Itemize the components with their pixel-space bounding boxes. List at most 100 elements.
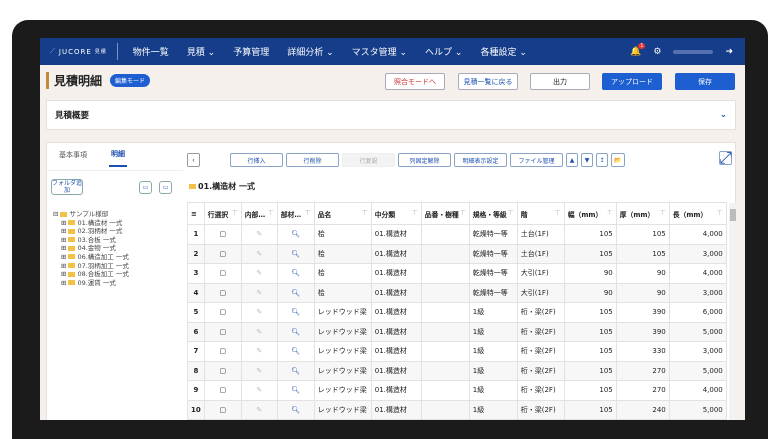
width[interactable]: 105 <box>563 243 617 264</box>
length[interactable]: 5,000 <box>668 399 727 420</box>
table-row[interactable]: 6 ▢ ✎ 🔍︎ レッドウッド梁 01.構造材 1級 桁・梁(2F) 105 390 5,000 <box>187 321 727 342</box>
column-header[interactable]: 幅（mm） ⊤ <box>563 202 617 225</box>
item-name[interactable]: 桧 <box>313 243 372 264</box>
delete-row-button[interactable]: 行削除 <box>286 153 339 167</box>
width[interactable]: 105 <box>563 302 617 323</box>
species[interactable] <box>420 380 470 401</box>
length[interactable]: 4,000 <box>668 380 727 401</box>
row-checkbox[interactable]: ▢ <box>203 224 242 245</box>
column-header[interactable]: 中分類 ⊤ <box>370 202 422 225</box>
row-checkbox[interactable]: ▢ <box>203 360 242 381</box>
length[interactable]: 4,000 <box>668 224 727 245</box>
edit-icon[interactable]: ✎ <box>240 302 278 323</box>
floor[interactable]: 桁・梁(2F) <box>516 321 565 342</box>
add-folder-button[interactable]: フォルダ追加 <box>51 179 83 195</box>
length[interactable]: 3,000 <box>668 282 727 303</box>
search-icon[interactable]: 🔍︎ <box>276 263 315 284</box>
item-name[interactable]: 桧 <box>313 263 372 284</box>
nav-item[interactable]: 物件一覧 <box>124 45 178 58</box>
length[interactable]: 5,000 <box>668 321 727 342</box>
column-header[interactable]: 行選択 ⊤ <box>203 202 242 225</box>
species[interactable] <box>420 243 470 264</box>
chevron-down-icon[interactable]: ⌄ <box>720 110 727 120</box>
table-row[interactable]: 7 ▢ ✎ 🔍︎ レッドウッド梁 01.構造材 1級 桁・梁(2F) 105 330 3,000 <box>187 341 727 362</box>
species[interactable] <box>420 224 470 245</box>
thickness[interactable]: 390 <box>615 302 670 323</box>
table-row[interactable]: 1 ▢ ✎ 🔍︎ 桧 01.構造材 乾燥特一等 土台(1F) 105 105 4,000 <box>187 224 727 245</box>
edit-icon[interactable]: ✎ <box>240 360 278 381</box>
species[interactable] <box>420 341 470 362</box>
row-checkbox[interactable]: ▢ <box>203 302 242 323</box>
column-lock-button[interactable]: 列固定解除 <box>398 153 451 167</box>
grade[interactable]: 乾燥特一等 <box>468 224 518 245</box>
move-down-icon[interactable]: ▼ <box>581 153 593 167</box>
column-header[interactable]: 品番・樹種 ⊤ <box>420 202 470 225</box>
thickness[interactable]: 270 <box>615 360 670 381</box>
view-mode-button[interactable]: 照合モードへ <box>385 73 445 90</box>
tree-folder[interactable]: ⊞ 08.合板加工 一式 <box>53 270 129 279</box>
floor[interactable]: 大引(1F) <box>516 263 565 284</box>
table-row[interactable]: 4 ▢ ✎ 🔍︎ 桧 01.構造材 乾燥特一等 大引(1F) 90 90 3,000 <box>187 282 727 303</box>
species[interactable] <box>420 399 470 420</box>
edit-icon[interactable]: ✎ <box>240 224 278 245</box>
table-row[interactable]: 2 ▢ ✎ 🔍︎ 桧 01.構造材 乾燥特一等 土台(1F) 105 105 3,000 <box>187 243 727 264</box>
category[interactable]: 01.構造材 <box>370 341 422 362</box>
item-name[interactable]: 桧 <box>313 224 372 245</box>
category[interactable]: 01.構造材 <box>370 282 422 303</box>
search-icon[interactable]: 🔍︎ <box>276 321 315 342</box>
search-icon[interactable]: 🔍︎ <box>276 341 315 362</box>
table-row[interactable]: 5 ▢ ✎ 🔍︎ レッドウッド梁 01.構造材 1級 桁・梁(2F) 105 390 6,000 <box>187 302 727 323</box>
output-button[interactable]: 出力 <box>530 73 590 90</box>
floor[interactable]: 桁・梁(2F) <box>516 360 565 381</box>
column-header[interactable]: 部材… ⊤ <box>276 202 315 225</box>
save-button[interactable]: 保存 <box>675 73 735 90</box>
floor[interactable]: 桁・梁(2F) <box>516 380 565 401</box>
nav-item[interactable]: マスタ管理 ⌄ <box>343 45 416 58</box>
grade[interactable]: 1級 <box>468 321 518 342</box>
floor[interactable]: 桁・梁(2F) <box>516 399 565 420</box>
tab-basic[interactable]: 基本事項 <box>59 150 87 160</box>
length[interactable]: 3,000 <box>668 243 727 264</box>
row-checkbox[interactable]: ▢ <box>203 341 242 362</box>
tree-folder[interactable]: ⊞ 02.羽柄材 一式 <box>53 227 129 236</box>
item-name[interactable]: レッドウッド梁 <box>313 341 372 362</box>
column-header[interactable]: 階 ⊤ <box>516 202 565 225</box>
column-header[interactable]: 規格・等級 ⊤ <box>468 202 518 225</box>
table-row[interactable]: 9 ▢ ✎ 🔍︎ レッドウッド梁 01.構造材 1級 桁・梁(2F) 105 270 4,000 <box>187 380 727 401</box>
row-checkbox[interactable]: ▢ <box>203 243 242 264</box>
category[interactable]: 01.構造材 <box>370 360 422 381</box>
column-header[interactable]: ≡ <box>187 202 205 225</box>
copy-row-button[interactable]: 行复設 <box>342 153 395 167</box>
species[interactable] <box>420 302 470 323</box>
folder-open-icon[interactable]: ▭ <box>139 181 152 194</box>
width[interactable]: 90 <box>563 282 617 303</box>
row-checkbox[interactable]: ▢ <box>203 380 242 401</box>
width[interactable]: 105 <box>563 224 617 245</box>
nav-item[interactable]: 見積 ⌄ <box>178 45 224 58</box>
item-name[interactable]: レッドウッド梁 <box>313 380 372 401</box>
collapse-sidebar-button[interactable]: ‹ <box>187 153 200 167</box>
tree-folder[interactable]: ⊞ 06.構造加工 一式 <box>53 253 129 262</box>
grade[interactable]: 1級 <box>468 360 518 381</box>
length[interactable]: 3,000 <box>668 341 727 362</box>
grade[interactable]: 乾燥特一等 <box>468 282 518 303</box>
file-management-button[interactable]: ファイル管理 <box>510 153 563 167</box>
logout-icon[interactable]: ➜ <box>725 47 733 57</box>
edit-icon[interactable]: ✎ <box>240 380 278 401</box>
floor[interactable]: 桁・梁(2F) <box>516 302 565 323</box>
search-icon[interactable]: 🔍︎ <box>276 243 315 264</box>
column-header[interactable]: 厚（mm） ⊤ <box>615 202 670 225</box>
column-header[interactable]: 内部… ⊤ <box>240 202 278 225</box>
edit-icon[interactable]: ✎ <box>240 399 278 420</box>
search-icon[interactable]: 🔍︎ <box>276 399 315 420</box>
length[interactable]: 6,000 <box>668 302 727 323</box>
edit-icon[interactable]: ✎ <box>240 321 278 342</box>
grade[interactable]: 1級 <box>468 399 518 420</box>
edit-icon[interactable]: ✎ <box>240 282 278 303</box>
nav-item[interactable]: ヘルプ ⌄ <box>416 45 471 58</box>
category[interactable]: 01.構造材 <box>370 380 422 401</box>
move-top-icon[interactable]: ↥ <box>596 153 608 167</box>
grade[interactable]: 1級 <box>468 380 518 401</box>
table-row[interactable]: 3 ▢ ✎ 🔍︎ 桧 01.構造材 乾燥特一等 大引(1F) 90 90 4,000 <box>187 263 727 284</box>
table-row[interactable]: 10 ▢ ✎ 🔍︎ レッドウッド梁 01.構造材 1級 桁・梁(2F) 105 240 5,000 <box>187 399 727 420</box>
